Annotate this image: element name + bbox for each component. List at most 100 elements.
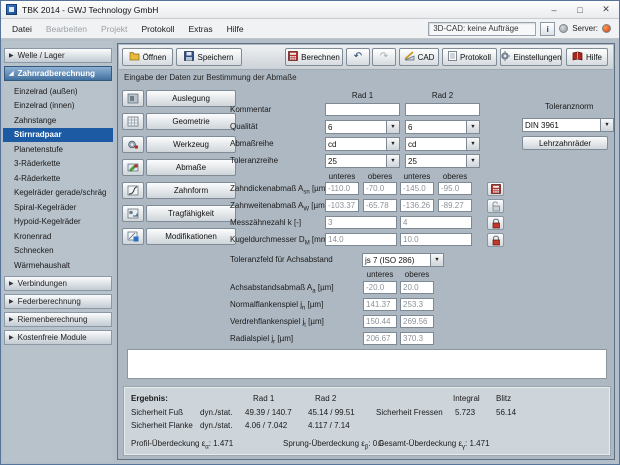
nav-tragfaehigkeit-label[interactable]: Tragfähigkeit [146,205,236,222]
radialspiel-unteres[interactable]: 206.67 [363,332,397,345]
kugeldurchmesser-rad2[interactable]: 10.0 [400,233,472,246]
calculate-button[interactable]: Berechnen [285,48,343,66]
toleranzreihe-rad2-select[interactable]: 25 ▼ [405,154,480,168]
messzaehnezahl-rad2[interactable]: 4 [400,216,472,229]
sidebar-item-schnecken[interactable]: Schnecken [3,244,113,259]
close-button[interactable]: ✕ [593,1,619,18]
lock-closed-icon[interactable] [487,216,504,230]
zahnweitenabmass-unteres-rad2[interactable]: -136.26 [400,199,434,212]
sidebar-item-einzelrad-innen[interactable]: Einzelrad (innen) [3,99,113,114]
nav-abmasse-label[interactable]: Abmaße [146,159,236,176]
sidebar-header-verbindungen[interactable]: ▶ Verbindungen [4,276,112,291]
nav-modifikationen[interactable]: Modifikationen [122,228,236,245]
qualitaet-rad1-select[interactable]: 6 ▼ [325,120,400,134]
qualitaet-rad2-select[interactable]: 6 ▼ [405,120,480,134]
sidebar-header-welle-lager[interactable]: ▶ Welle / Lager [4,48,112,63]
nav-auslegung-label[interactable]: Auslegung [146,90,236,107]
abmasse-measure-icon[interactable] [122,159,144,176]
zahnweitenabmass-oberes-rad2[interactable]: -89.27 [438,199,472,212]
chevron-down-icon[interactable]: ▼ [386,155,399,167]
menu-extras[interactable]: Extras [182,22,220,36]
undo-button[interactable]: ↶ [346,48,370,66]
sidebar-item-zahnstange[interactable]: Zahnstange [3,113,113,128]
calculate-row-button[interactable] [487,182,504,196]
modifikationen-icon[interactable] [122,228,144,245]
zahndickenabmass-oberes-rad2[interactable]: -95.0 [438,182,472,195]
nav-abmasse[interactable]: Abmaße [122,159,236,176]
toleranzfeld-select[interactable]: js 7 (ISO 286) ▼ [362,253,444,267]
achsabstandsabmass-unteres[interactable]: -20.0 [363,281,397,294]
sidebar-item-einzelrad-aussen[interactable]: Einzelrad (außen) [3,84,113,99]
zahnweitenabmass-unteres-rad1[interactable]: -103.37 [325,199,359,212]
toleranzfeld-value: js 7 (ISO 286) [365,256,414,265]
kugeldurchmesser-rad1[interactable]: 14.0 [325,233,397,246]
open-button[interactable]: Öffnen [122,48,173,66]
zahndickenabmass-oberes-rad1[interactable]: -70.0 [363,182,397,195]
abmassreihe-rad2-select[interactable]: cd ▼ [405,137,480,151]
radialspiel-oberes[interactable]: 370.3 [400,332,434,345]
auslegung-icon[interactable] [122,90,144,107]
zahndickenabmass-unteres-rad2[interactable]: -145.0 [400,182,434,195]
sidebar-item-kronenrad[interactable]: Kronenrad [3,229,113,244]
chevron-down-icon[interactable]: ▼ [386,138,399,150]
chevron-down-icon[interactable]: ▼ [386,121,399,133]
toleranzreihe-rad1-select[interactable]: 25 ▼ [325,154,400,168]
lock-open-icon[interactable] [487,199,504,213]
nav-geometrie[interactable]: Geometrie [122,113,236,130]
sidebar-header-riemenberechnung[interactable]: ▶ Riemenberechnung [4,312,112,327]
messzaehnezahl-rad1[interactable]: 3 [325,216,397,229]
nav-tragfaehigkeit[interactable]: Tragfähigkeit [122,205,236,222]
kommentar-rad1-input[interactable] [325,103,400,116]
cad-button[interactable]: CAD [399,48,439,66]
sidebar-header-zahnradberechnung[interactable]: ◢ Zahnradberechnung [4,66,112,81]
menu-protokoll[interactable]: Protokoll [134,22,181,36]
info-button[interactable]: i [540,22,555,36]
nav-werkzeug[interactable]: Werkzeug [122,136,236,153]
verdrehflankenspiel-unteres[interactable]: 150.44 [363,315,397,328]
normalflankenspiel-unteres[interactable]: 141.37 [363,298,397,311]
tragfaehigkeit-icon[interactable] [122,205,144,222]
achsabstandsabmass-oberes[interactable]: 20.0 [400,281,434,294]
toleranznorm-select[interactable]: DIN 3961 ▼ [522,118,614,132]
sidebar-header-federberechnung[interactable]: ▶ Federberechnung [4,294,112,309]
normalflankenspiel-oberes[interactable]: 253.3 [400,298,434,311]
abmassreihe-rad1-select[interactable]: cd ▼ [325,137,400,151]
sidebar-item-hypoid-kegelraeder[interactable]: Hypoid-Kegelräder [3,215,113,230]
sidebar-item-kegelraeder[interactable]: Kegelräder gerade/schräg [3,186,113,201]
lehrzahnraeder-button[interactable]: Lehrzahnräder [522,136,608,150]
menu-hilfe[interactable]: Hilfe [220,22,251,36]
zahnform-curve-icon[interactable] [122,182,144,199]
nav-werkzeug-label[interactable]: Werkzeug [146,136,236,153]
sidebar-item-stirnradpaar[interactable]: Stirnradpaar [3,128,113,143]
kommentar-rad2-input[interactable] [405,103,480,116]
help-button[interactable]: Hilfe [566,48,608,66]
nav-zahnform-label[interactable]: Zahnform [146,182,236,199]
nav-modifikationen-label[interactable]: Modifikationen [146,228,236,245]
menu-datei[interactable]: Datei [5,22,39,36]
geometrie-grid-icon[interactable] [122,113,144,130]
lock-closed-icon[interactable] [487,233,504,247]
chevron-down-icon[interactable]: ▼ [466,155,479,167]
chevron-down-icon[interactable]: ▼ [430,254,443,266]
minimize-button[interactable]: – [541,1,567,18]
nav-zahnform[interactable]: Zahnform [122,182,236,199]
chevron-down-icon[interactable]: ▼ [466,121,479,133]
verdrehflankenspiel-oberes[interactable]: 269.56 [400,315,434,328]
werkzeug-gear-icon[interactable] [122,136,144,153]
sidebar-item-waermehaushalt[interactable]: Wärmehaushalt [3,258,113,273]
save-button[interactable]: Speichern [176,48,242,66]
sidebar-header-kostenfreie-module[interactable]: ▶ Kostenfreie Module [4,330,112,345]
protocol-button[interactable]: Protokoll [442,48,497,66]
sidebar-item-planetenstufe[interactable]: Planetenstufe [3,142,113,157]
maximize-button[interactable]: □ [567,1,593,18]
settings-button[interactable]: Einstellungen [500,48,562,66]
chevron-down-icon[interactable]: ▼ [600,119,613,131]
zahnweitenabmass-oberes-rad1[interactable]: -65.78 [363,199,397,212]
zahndickenabmass-unteres-rad1[interactable]: -110.0 [325,182,359,195]
sidebar-item-4-raederkette[interactable]: 4-Räderkette [3,171,113,186]
sidebar-item-spiral-kegelraeder[interactable]: Spiral-Kegelräder [3,200,113,215]
nav-geometrie-label[interactable]: Geometrie [146,113,236,130]
chevron-down-icon[interactable]: ▼ [466,138,479,150]
nav-auslegung[interactable]: Auslegung [122,90,236,107]
sidebar-item-3-raederkette[interactable]: 3-Räderkette [3,157,113,172]
